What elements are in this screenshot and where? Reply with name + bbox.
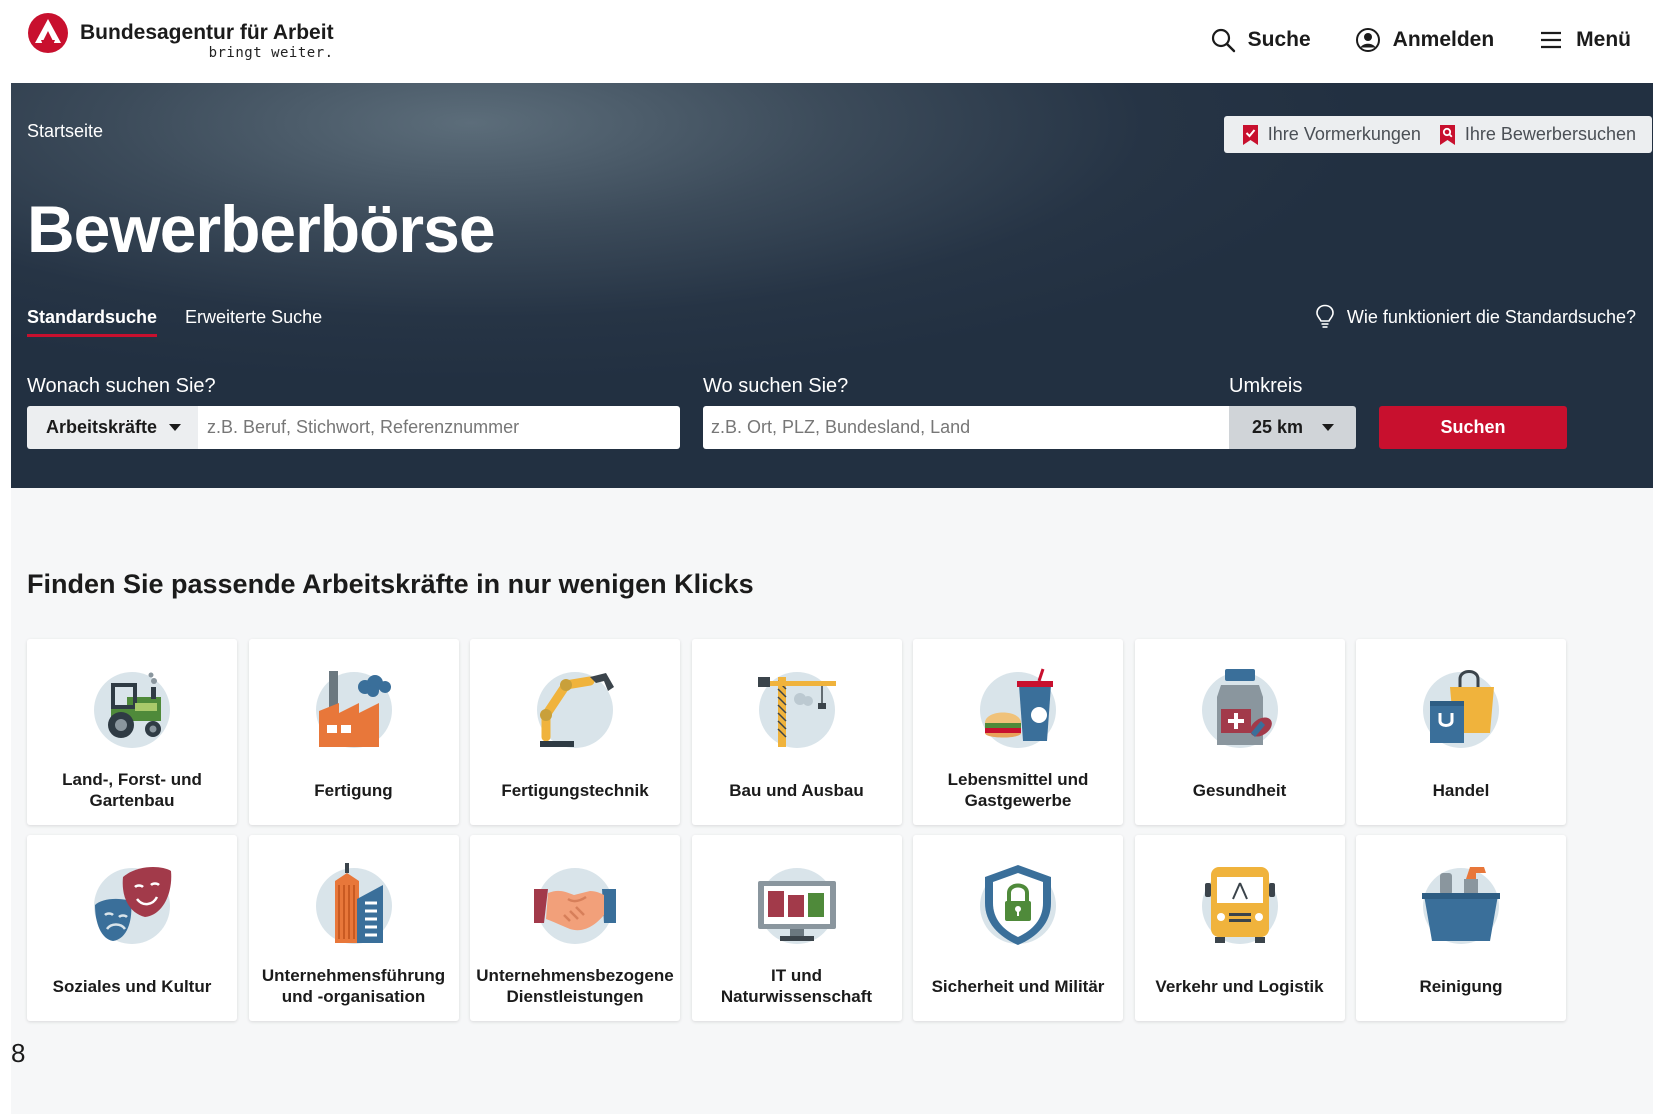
page-number: 8 bbox=[11, 1038, 26, 1068]
monitor-chart-icon bbox=[757, 868, 836, 944]
category-label: Unternehmensführung und -organisation bbox=[261, 966, 446, 1006]
radius-label: Umkreis bbox=[1229, 375, 1303, 397]
saved-items-bar: Ihre Vormerkungen Ihre Bewerbersuchen bbox=[1223, 116, 1652, 153]
crane-icon bbox=[757, 672, 836, 748]
search-icon bbox=[1211, 28, 1235, 53]
brand-slogan: bringt weiter. bbox=[208, 45, 334, 61]
user-icon bbox=[1355, 28, 1380, 52]
radius-dropdown[interactable]: 25 km bbox=[1229, 406, 1356, 449]
bookmark-check-icon bbox=[1242, 124, 1258, 145]
saved-searches-label: Ihre Bewerbersuchen bbox=[1464, 124, 1636, 144]
category-label: IT und Naturwissenschaft bbox=[720, 966, 873, 1006]
category-card[interactable]: Unternehmensführung und -organisation bbox=[248, 835, 459, 1021]
category-label: Bau und Ausbau bbox=[729, 780, 864, 800]
category-label: Unternehmensbezogene Dienstleistungen bbox=[476, 966, 674, 1006]
brand: Bundesagentur für Arbeit bringt weiter. bbox=[80, 13, 334, 62]
robot-arm-icon bbox=[537, 672, 614, 748]
category-label: Verkehr und Logistik bbox=[1155, 976, 1324, 996]
site-header: Bundesagentur für Arbeit bringt weiter. … bbox=[11, 5, 1653, 83]
category-label: Gesundheit bbox=[1192, 780, 1287, 800]
breadcrumb-home[interactable]: Startseite bbox=[27, 121, 103, 142]
logo[interactable]: Bundesagentur für Arbeit bringt weiter. bbox=[28, 13, 334, 61]
office-building-icon bbox=[315, 863, 392, 944]
lightbulb-icon bbox=[1316, 304, 1334, 328]
caret-down-icon bbox=[169, 424, 181, 431]
hero-search-section: Startseite Ihre Vormerkungen Ihre Bewerb… bbox=[11, 83, 1653, 488]
category-label: Reinigung bbox=[1419, 976, 1503, 996]
saved-bookmarks-link[interactable]: Ihre Vormerkungen bbox=[1242, 124, 1421, 146]
howto-link[interactable]: Wie funktioniert die Standardsuche? bbox=[1315, 304, 1636, 330]
saved-bookmarks-label: Ihre Vormerkungen bbox=[1267, 124, 1421, 144]
category-card[interactable]: Soziales und Kultur bbox=[27, 835, 237, 1021]
page-title: Bewerberbörse bbox=[27, 192, 496, 266]
factory-icon bbox=[315, 671, 392, 748]
search-submit-button[interactable]: Suchen bbox=[1379, 406, 1567, 449]
category-card[interactable]: Sicherheit und Militär bbox=[913, 835, 1123, 1021]
tab-advanced-search[interactable]: Erweiterte Suche bbox=[185, 307, 322, 337]
bus-icon bbox=[1201, 867, 1278, 944]
category-card[interactable]: Unternehmensbezogene Dienstleistungen bbox=[470, 835, 680, 1021]
cleaning-bucket-icon bbox=[1422, 867, 1500, 944]
shopping-bag-icon bbox=[1423, 670, 1499, 748]
nav-search-label: Suche bbox=[1247, 28, 1311, 51]
nav-login-label: Anmelden bbox=[1392, 28, 1495, 51]
where-search-input[interactable] bbox=[703, 406, 1229, 449]
category-label: Fertigung bbox=[314, 780, 393, 800]
category-label: Sicherheit und Militär bbox=[931, 976, 1105, 996]
categories-heading: Finden Sie passende Arbeitskräfte in nur… bbox=[27, 569, 754, 599]
nav-login-button[interactable]: Anmelden bbox=[1355, 27, 1495, 53]
category-label: Soziales und Kultur bbox=[52, 976, 212, 996]
radius-value: 25 km bbox=[1252, 417, 1304, 437]
category-label: Lebensmittel und Gastgewerbe bbox=[947, 770, 1089, 810]
category-label: Handel bbox=[1432, 780, 1490, 800]
category-grid: Land-, Forst- und Gartenbau Fertigung Fe… bbox=[27, 639, 1566, 1021]
category-card[interactable]: Bau und Ausbau bbox=[691, 639, 902, 825]
caret-down-icon bbox=[1322, 424, 1334, 431]
handshake-icon bbox=[534, 868, 616, 944]
category-card[interactable]: Reinigung bbox=[1356, 835, 1566, 1021]
what-search-input[interactable] bbox=[198, 406, 680, 449]
theater-masks-icon bbox=[94, 867, 172, 944]
search-type-value: Arbeitskräfte bbox=[46, 417, 158, 437]
category-card[interactable]: Gesundheit bbox=[1134, 639, 1345, 825]
bookmark-search-icon bbox=[1439, 124, 1455, 145]
search-type-dropdown[interactable]: Arbeitskräfte bbox=[27, 406, 198, 449]
category-card[interactable]: Verkehr und Logistik bbox=[1134, 835, 1345, 1021]
shield-lock-icon bbox=[980, 865, 1056, 945]
what-label: Wonach suchen Sie? bbox=[27, 375, 216, 397]
main-nav: Suche Anmelden Menü bbox=[1210, 27, 1631, 53]
saved-searches-link[interactable]: Ihre Bewerbersuchen bbox=[1439, 124, 1636, 146]
category-card[interactable]: Fertigung bbox=[248, 639, 459, 825]
nav-menu-label: Menü bbox=[1576, 28, 1631, 51]
brand-name: Bundesagentur für Arbeit bbox=[80, 21, 334, 44]
tab-standard-search[interactable]: Standardsuche bbox=[27, 307, 158, 337]
nav-search-button[interactable]: Suche bbox=[1210, 27, 1311, 53]
category-card[interactable]: IT und Naturwissenschaft bbox=[691, 835, 902, 1021]
burger-drink-icon bbox=[980, 668, 1056, 748]
search-mode-tabs: Standardsuche Erweiterte Suche bbox=[27, 307, 322, 337]
page: Bundesagentur für Arbeit bringt weiter. … bbox=[11, 5, 1653, 1114]
category-label: Fertigungstechnik bbox=[501, 780, 649, 800]
category-card[interactable]: Fertigungstechnik bbox=[470, 639, 680, 825]
category-card[interactable]: Handel bbox=[1356, 639, 1566, 825]
category-card[interactable]: Land-, Forst- und Gartenbau bbox=[27, 639, 237, 825]
medicine-jar-icon bbox=[1201, 669, 1278, 748]
tractor-icon bbox=[94, 672, 170, 748]
nav-menu-button[interactable]: Menü bbox=[1538, 27, 1631, 53]
howto-label: Wie funktioniert die Standardsuche? bbox=[1346, 306, 1636, 327]
category-card[interactable]: Lebensmittel und Gastgewerbe bbox=[913, 639, 1123, 825]
where-label: Wo suchen Sie? bbox=[703, 375, 849, 397]
ba-logo-icon bbox=[28, 13, 68, 53]
category-label: Land-, Forst- und Gartenbau bbox=[62, 770, 202, 810]
hamburger-menu-icon bbox=[1541, 31, 1562, 49]
